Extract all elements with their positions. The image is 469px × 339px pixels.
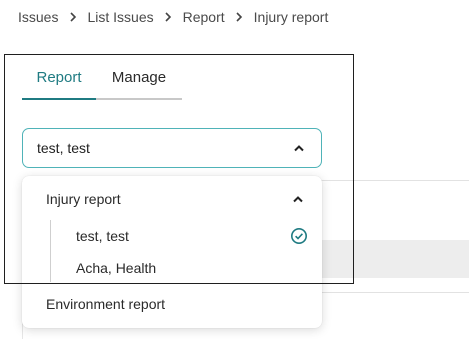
tab-report[interactable]: Report [22, 66, 96, 100]
group-label: Injury report [46, 191, 121, 207]
background-divider [300, 292, 469, 293]
tree-connector [50, 220, 51, 282]
breadcrumb-report[interactable]: Report [183, 9, 225, 25]
chevron-right-icon [58, 12, 87, 22]
chevron-up-icon [293, 144, 305, 152]
group-environment-report[interactable]: Environment report [22, 288, 322, 320]
chevron-right-icon [225, 12, 254, 22]
breadcrumb-current: Injury report [253, 9, 329, 25]
breadcrumb: Issues List Issues Report Injury report [18, 9, 328, 25]
page: Issues List Issues Report Injury report … [0, 0, 469, 339]
option-label: test, test [76, 228, 129, 244]
option-acha-health[interactable]: Acha, Health [52, 252, 322, 284]
chevron-right-icon [154, 12, 183, 22]
breadcrumb-issues[interactable]: Issues [18, 9, 58, 25]
report-select[interactable]: test, test [22, 128, 322, 168]
chevron-up-icon [292, 195, 304, 203]
group-injury-report[interactable]: Injury report [22, 176, 322, 222]
select-value: test, test [37, 140, 90, 156]
breadcrumb-list-issues[interactable]: List Issues [87, 9, 153, 25]
dropdown-menu: Injury report test, test Acha, Health En… [22, 176, 322, 328]
background-table-header [322, 240, 469, 278]
group-label: Environment report [46, 296, 166, 312]
check-circle-icon [290, 227, 308, 245]
option-test-test[interactable]: test, test [52, 220, 322, 252]
tab-bar: Report Manage [22, 66, 182, 100]
background-divider [300, 180, 469, 181]
option-label: Acha, Health [76, 260, 157, 276]
tab-manage[interactable]: Manage [96, 66, 182, 100]
